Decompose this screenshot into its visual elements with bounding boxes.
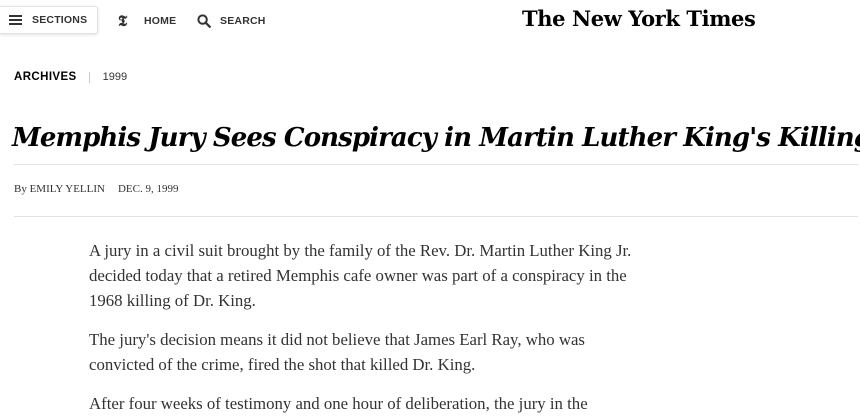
hamburger-menu-icon: [9, 15, 22, 25]
home-label: HOME: [144, 15, 177, 27]
headline-divider: [14, 164, 858, 165]
byline-date: DEC. 9, 1999: [117, 183, 179, 195]
sections-button[interactable]: SECTIONS: [0, 6, 98, 34]
top-navigation: SECTIONS 𝕿 HOME SEARCH The New York Time…: [0, 0, 860, 44]
byline-divider: [14, 216, 858, 217]
nyt-t-logo-icon: 𝕿: [118, 12, 128, 30]
search-icon: [197, 14, 211, 28]
article-paragraph: The jury's decision means it did not bel…: [89, 330, 585, 374]
byline: By EMILY YELLIN DEC. 9, 1999: [14, 183, 178, 195]
home-link[interactable]: 𝕿 HOME: [118, 12, 176, 30]
archives-link[interactable]: ARCHIVES: [14, 71, 77, 83]
kicker-divider: [88, 71, 90, 83]
search-link[interactable]: SEARCH: [197, 12, 266, 30]
search-label: SEARCH: [220, 15, 266, 27]
archive-year: 1999: [102, 71, 128, 83]
article-headline: Memphis Jury Sees Conspiracy in Martin L…: [12, 123, 860, 153]
article-paragraph: After four weeks of testimony and one ho…: [89, 394, 588, 413]
article-body: A jury in a civil suit brought by the fa…: [89, 238, 649, 420]
byline-author: By EMILY YELLIN: [14, 183, 105, 195]
sections-label: SECTIONS: [32, 14, 88, 26]
nyt-masthead-logo[interactable]: The New York Times: [522, 6, 756, 31]
article-paragraph: A jury in a civil suit brought by the fa…: [89, 241, 632, 310]
section-kicker: ARCHIVES 1999: [14, 70, 127, 84]
